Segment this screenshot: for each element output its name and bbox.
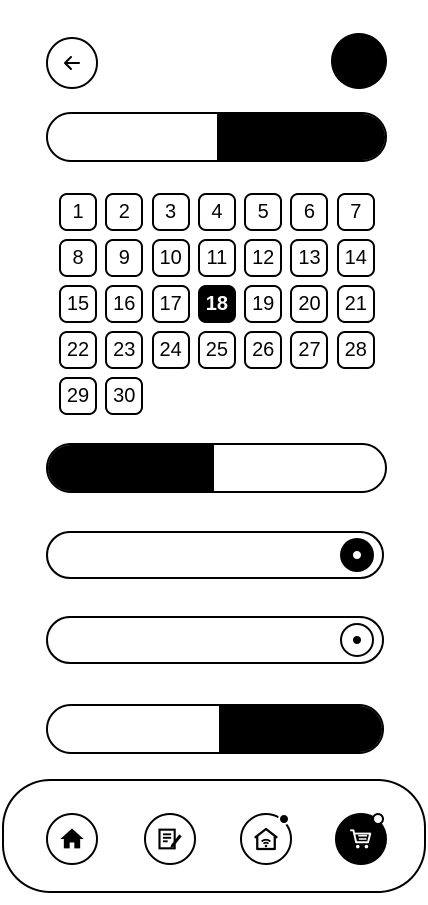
calendar-day[interactable]: 12 bbox=[244, 239, 283, 277]
radio-dot bbox=[353, 551, 361, 559]
calendar-day[interactable]: 19 bbox=[244, 285, 283, 323]
calendar-day[interactable]: 7 bbox=[336, 193, 375, 231]
calendar-day[interactable]: 2 bbox=[105, 193, 144, 231]
calendar-day[interactable]: 29 bbox=[59, 377, 97, 415]
radio-input-1[interactable] bbox=[46, 531, 384, 579]
radio-input-2[interactable] bbox=[46, 616, 384, 664]
nav-cart-button[interactable] bbox=[335, 813, 387, 865]
calendar-day[interactable]: 13 bbox=[290, 239, 329, 277]
toggle-switch-top[interactable] bbox=[46, 112, 387, 162]
calendar-day[interactable]: 20 bbox=[290, 285, 329, 323]
calendar-day[interactable]: 28 bbox=[336, 331, 375, 369]
calendar-day-selected[interactable]: 18 bbox=[197, 285, 236, 323]
edit-note-icon bbox=[158, 828, 182, 850]
radio-button-outline[interactable] bbox=[340, 623, 374, 657]
arrow-left-icon bbox=[64, 56, 80, 70]
nav-home-button[interactable] bbox=[46, 813, 98, 865]
calendar-day[interactable]: 3 bbox=[151, 193, 190, 231]
calendar-day[interactable]: 26 bbox=[244, 331, 283, 369]
smart-home-wifi-icon bbox=[254, 827, 278, 851]
toggle-fill bbox=[219, 706, 382, 752]
calendar-day[interactable]: 25 bbox=[197, 331, 236, 369]
toggle-switch-bottom[interactable] bbox=[46, 704, 384, 754]
calendar-day[interactable]: 4 bbox=[197, 193, 236, 231]
bottom-nav bbox=[2, 779, 426, 893]
calendar-day[interactable]: 30 bbox=[105, 377, 144, 415]
calendar-day[interactable]: 24 bbox=[151, 331, 190, 369]
calendar-day[interactable]: 10 bbox=[151, 239, 190, 277]
toggle-fill bbox=[48, 445, 214, 491]
radio-dot bbox=[353, 636, 361, 644]
calendar-day[interactable]: 9 bbox=[105, 239, 144, 277]
home-icon bbox=[60, 828, 84, 849]
calendar-day[interactable]: 21 bbox=[336, 285, 375, 323]
calendar-day[interactable]: 5 bbox=[244, 193, 283, 231]
calendar-day[interactable]: 22 bbox=[59, 331, 97, 369]
cart-icon bbox=[350, 829, 372, 849]
calendar-day[interactable]: 11 bbox=[197, 239, 236, 277]
calendar-day[interactable]: 16 bbox=[105, 285, 144, 323]
toggle-switch-middle[interactable] bbox=[46, 443, 387, 493]
calendar-day[interactable]: 17 bbox=[151, 285, 190, 323]
notification-badge bbox=[278, 813, 290, 825]
avatar[interactable] bbox=[331, 33, 387, 89]
calendar-day[interactable]: 14 bbox=[336, 239, 375, 277]
notification-badge bbox=[372, 813, 384, 825]
calendar-day[interactable]: 6 bbox=[290, 193, 329, 231]
nav-notes-button[interactable] bbox=[144, 813, 196, 865]
calendar-grid: 1 2 3 4 5 6 7 8 9 10 11 12 13 14 15 16 17 18 19 20 21 22 23 24 2… bbox=[59, 193, 379, 415]
calendar-day[interactable]: 23 bbox=[105, 331, 144, 369]
calendar-day[interactable]: 27 bbox=[290, 331, 329, 369]
calendar: 1 2 3 4 5 6 7 8 9 10 11 12 13 14 15 16 17 18 19 20 21 22 23 24 2… bbox=[59, 193, 379, 415]
radio-button-filled[interactable] bbox=[340, 538, 374, 572]
nav-smart-home-button[interactable] bbox=[240, 813, 292, 865]
calendar-day[interactable]: 1 bbox=[59, 193, 97, 231]
toggle-fill bbox=[217, 114, 385, 160]
back-button[interactable] bbox=[46, 37, 98, 89]
calendar-day[interactable]: 15 bbox=[59, 285, 97, 323]
calendar-day[interactable]: 8 bbox=[59, 239, 97, 277]
